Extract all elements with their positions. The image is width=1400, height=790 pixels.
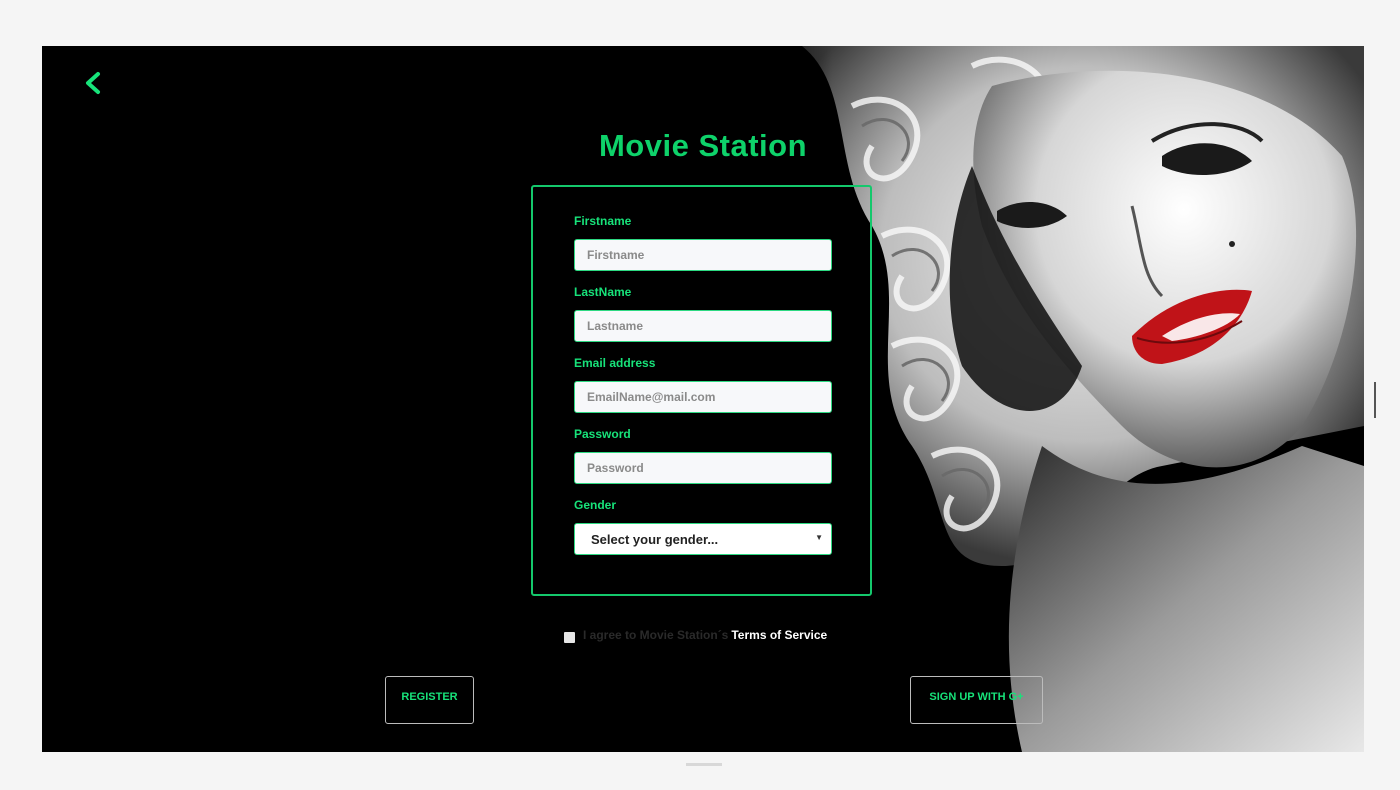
- firstname-input[interactable]: [574, 239, 832, 271]
- terms-of-service-link[interactable]: Terms of Service: [731, 628, 827, 642]
- google-signup-button-label: SIGN UP WITH G+: [929, 691, 1024, 703]
- page-title: Movie Station: [42, 128, 1364, 164]
- password-input[interactable]: [574, 452, 832, 484]
- email-label: Email address: [574, 356, 656, 370]
- password-label: Password: [574, 427, 631, 441]
- back-button[interactable]: [78, 68, 108, 98]
- lastname-input[interactable]: [574, 310, 832, 342]
- gender-select-value: Select your gender...: [591, 531, 719, 547]
- google-signup-button[interactable]: SIGN UP WITH G+: [910, 676, 1043, 724]
- chevron-left-icon: [86, 72, 100, 94]
- firstname-label: Firstname: [574, 214, 632, 228]
- terms-checkbox[interactable]: [564, 632, 575, 643]
- register-button[interactable]: REGISTER: [385, 676, 474, 724]
- app-title: Movie Station: [598, 128, 807, 163]
- gender-select[interactable]: Select your gender... ▼: [574, 523, 832, 555]
- email-input[interactable]: [574, 381, 832, 413]
- register-button-label: REGISTER: [401, 691, 458, 703]
- horizontal-scroll-handle[interactable]: [686, 763, 722, 766]
- app-viewport: Movie Station Firstname LastName Email a…: [42, 46, 1364, 752]
- gender-label: Gender: [574, 498, 617, 512]
- caret-down-icon: ▼: [815, 533, 823, 542]
- terms-agreement: I agree to Movie Station´s Terms of Serv…: [564, 626, 827, 643]
- vertical-scroll-handle[interactable]: [1374, 382, 1376, 418]
- registration-form: Firstname LastName Email address Passwor…: [531, 185, 872, 596]
- lastname-label: LastName: [574, 285, 632, 299]
- terms-text: I agree to Movie Station´s: [583, 627, 729, 642]
